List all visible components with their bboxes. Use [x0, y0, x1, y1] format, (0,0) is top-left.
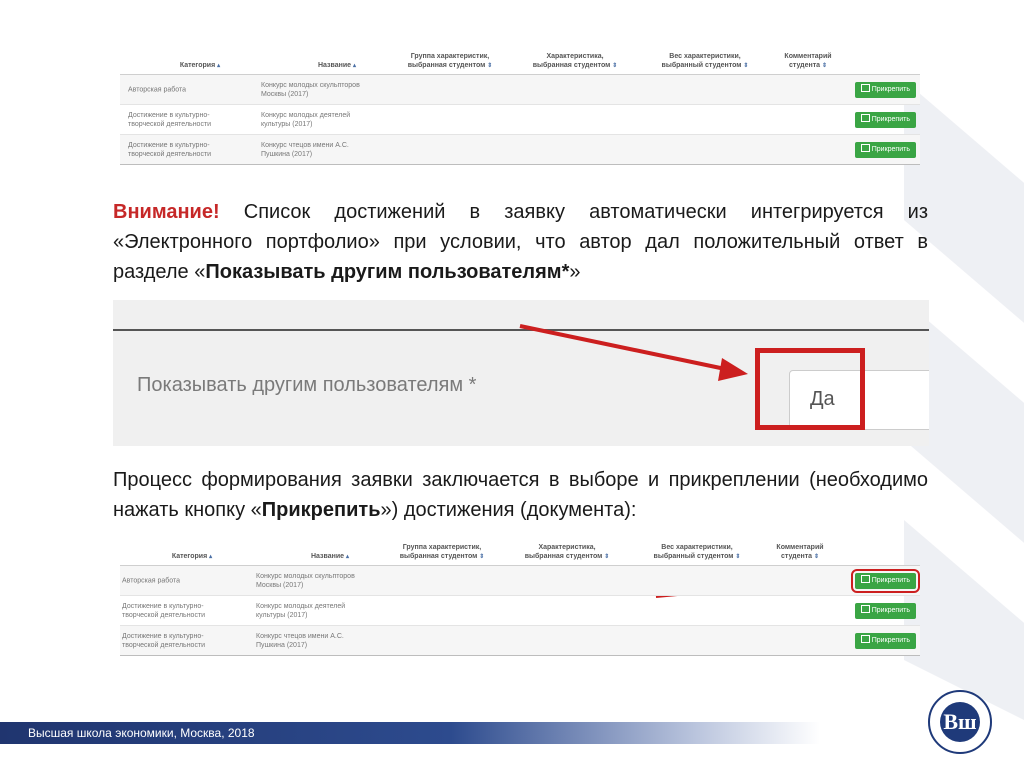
edit-icon [860, 604, 870, 613]
achievements-table-bottom: Категория ▴ Название ▴ Группа характерис… [120, 539, 921, 656]
name-cell: Конкурс чтецов имени А.С. Пушкина (2017) [261, 141, 349, 158]
column-header-characteristic[interactable]: Характеристика, выбранная студентом ⇕ [512, 543, 622, 562]
name-cell: Конкурс чтецов имени А.С. Пушкина (2017) [256, 632, 344, 649]
column-header-group[interactable]: Группа характеристик, выбранная студентом… [390, 52, 510, 71]
name-cell: Конкурс молодых скульпторов Москвы (2017) [256, 572, 355, 589]
divider [113, 329, 929, 331]
edit-icon [860, 83, 870, 92]
column-header-weight[interactable]: Вес характеристики, выбранный студентом ⇕ [650, 52, 760, 71]
table-row: Достижение в культурно-творческой деятел… [120, 135, 920, 165]
attach-button[interactable]: Прикрепить [854, 81, 916, 98]
edit-icon [860, 143, 870, 152]
column-header-name[interactable]: Название ▴ [285, 552, 375, 562]
attach-button[interactable]: Прикрепить [854, 111, 916, 128]
table-header: Категория ▴ Название ▴ Группа характерис… [120, 48, 920, 75]
show-to-others-label: Показывать другим пользователям * [137, 374, 477, 396]
footer-text: Высшая школа экономики, Москва, 2018 [28, 726, 255, 740]
name-cell: Конкурс молодых деятелей культуры (2017) [261, 111, 351, 128]
column-header-category[interactable]: Категория ▴ [156, 552, 228, 562]
category-cell: Достижение в культурно-творческой деятел… [128, 141, 212, 158]
attach-button[interactable]: Прикрепить [850, 568, 921, 593]
column-header-weight[interactable]: Вес характеристики, выбранный студентом ⇕ [642, 543, 752, 562]
table-header: Категория ▴ Название ▴ Группа характерис… [120, 539, 920, 566]
column-header-comment[interactable]: Комментарий студента ⇕ [760, 543, 840, 562]
table-row: Авторская работа Конкурс молодых скульпт… [120, 566, 921, 596]
name-cell: Конкурс молодых деятелей культуры (2017) [256, 602, 346, 619]
achievements-table-top: Категория ▴ Название ▴ Группа характерис… [120, 48, 920, 165]
column-header-category[interactable]: Категория ▴ [164, 61, 236, 71]
hse-logo-icon: Вш [928, 690, 992, 754]
column-header-name[interactable]: Название ▴ [292, 61, 382, 71]
edit-icon [860, 113, 870, 122]
edit-icon [860, 574, 870, 583]
category-cell: Авторская работа [122, 577, 181, 584]
process-paragraph: Процесс формирования заявки заключается … [113, 469, 928, 521]
footer-bar: Высшая школа экономики, Москва, 2018 [0, 722, 820, 744]
attach-button[interactable]: Прикрепить [854, 141, 916, 158]
notice-paragraph: Внимание! Список достижений в заявку авт… [113, 201, 928, 283]
table-row: Достижение в культурно-творческой деятел… [120, 626, 920, 656]
table-row: Достижение в культурно-творческой деятел… [120, 105, 920, 135]
column-header-group[interactable]: Группа характеристик, выбранная студентом… [382, 543, 502, 562]
category-cell: Достижение в культурно-творческой деятел… [128, 111, 212, 128]
column-header-characteristic[interactable]: Характеристика, выбранная студентом ⇕ [520, 52, 630, 71]
category-cell: Достижение в культурно-творческой деятел… [122, 602, 206, 619]
category-cell: Авторская работа [128, 86, 187, 93]
table-row: Авторская работа Конкурс молодых скульпт… [120, 75, 920, 105]
name-cell: Конкурс молодых скульпторов Москвы (2017) [261, 81, 360, 98]
warning-label: Внимание! [113, 201, 220, 223]
edit-icon [860, 634, 870, 643]
highlight-box [755, 348, 865, 430]
table-row: Достижение в культурно-творческой деятел… [120, 596, 920, 626]
column-header-comment[interactable]: Комментарий студента ⇕ [768, 52, 848, 71]
attach-button[interactable]: Прикрепить [854, 602, 916, 619]
attach-button[interactable]: Прикрепить [854, 632, 916, 649]
category-cell: Достижение в культурно-творческой деятел… [122, 632, 206, 649]
